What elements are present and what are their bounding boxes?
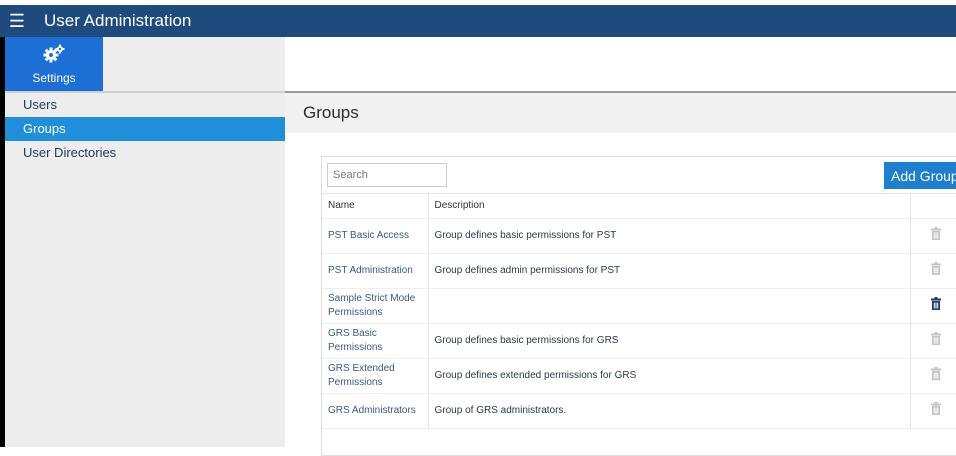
group-description-cell: Group defines extended permissions for G… xyxy=(428,358,911,394)
table-row[interactable]: PST Administration Group defines admin pe… xyxy=(322,253,956,289)
delete-cell xyxy=(910,323,956,359)
delete-cell xyxy=(910,393,956,429)
group-name-cell[interactable]: PST Basic Access xyxy=(322,218,429,254)
group-description-cell: Group defines basic permissions for GRS xyxy=(428,323,911,359)
trash-icon[interactable] xyxy=(931,331,942,350)
table-row[interactable]: Sample Strict Mode Permissions xyxy=(322,288,956,324)
delete-cell xyxy=(910,358,956,394)
group-name-cell[interactable]: GRS Basic Permissions xyxy=(322,323,429,359)
settings-tile-spacer xyxy=(103,37,285,91)
trash-icon[interactable] xyxy=(931,401,942,420)
sidebar-item-groups[interactable]: Groups xyxy=(5,117,285,141)
table-row[interactable]: PST Basic Access Group defines basic perm… xyxy=(322,218,956,254)
delete-cell xyxy=(910,218,956,254)
gears-icon xyxy=(43,44,65,69)
trash-icon[interactable] xyxy=(931,261,942,280)
group-name-cell[interactable]: GRS Extended Permissions xyxy=(322,358,429,394)
group-name-cell[interactable]: GRS Administrators xyxy=(322,393,429,429)
settings-button[interactable]: Settings xyxy=(5,37,103,91)
column-header-description[interactable]: Description xyxy=(428,194,911,219)
content-top-strip xyxy=(285,37,956,91)
search-input[interactable] xyxy=(327,163,447,187)
sidebar-item-user-directories[interactable]: User Directories xyxy=(5,141,285,165)
settings-label: Settings xyxy=(32,70,76,85)
group-description-cell: Group defines admin permissions for PST xyxy=(428,253,911,289)
groups-table: Name Description PST Basic Access Group d… xyxy=(322,194,956,429)
group-description-cell xyxy=(428,288,911,324)
sidebar: Users Groups User Directories xyxy=(5,91,285,447)
page-header: Groups xyxy=(285,91,956,133)
page-title: Groups xyxy=(303,103,359,122)
column-header-name[interactable]: Name xyxy=(322,194,429,219)
sidebar-item-users[interactable]: Users xyxy=(5,93,285,117)
app-header: ☰ User Administration xyxy=(0,5,956,37)
add-group-button[interactable]: Add Group xyxy=(884,162,956,189)
group-description-cell: Group defines basic permissions for PST xyxy=(428,218,911,254)
delete-cell xyxy=(910,288,956,324)
table-row[interactable]: GRS Basic Permissions Group defines basic… xyxy=(322,323,956,359)
trash-icon[interactable] xyxy=(931,366,942,385)
table-row[interactable]: GRS Extended Permissions Group defines ex… xyxy=(322,358,956,394)
table-header-row: Name Description xyxy=(322,194,956,219)
app-title: User Administration xyxy=(44,11,192,30)
trash-icon[interactable] xyxy=(931,296,942,315)
table-row[interactable]: GRS Administrators Group of GRS administr… xyxy=(322,393,956,429)
group-description-cell: Group of GRS administrators. xyxy=(428,393,911,429)
trash-icon[interactable] xyxy=(931,226,942,245)
group-name-cell[interactable]: Sample Strict Mode Permissions xyxy=(322,288,429,324)
table-toolbar: Add Group xyxy=(322,157,956,194)
group-name-cell[interactable]: PST Administration xyxy=(322,253,429,289)
groups-table-panel: Add Group Name Description PST Basic Acc… xyxy=(321,156,956,456)
delete-cell xyxy=(910,253,956,289)
column-header-actions xyxy=(910,194,956,219)
hamburger-menu-icon[interactable]: ☰ xyxy=(0,5,34,37)
